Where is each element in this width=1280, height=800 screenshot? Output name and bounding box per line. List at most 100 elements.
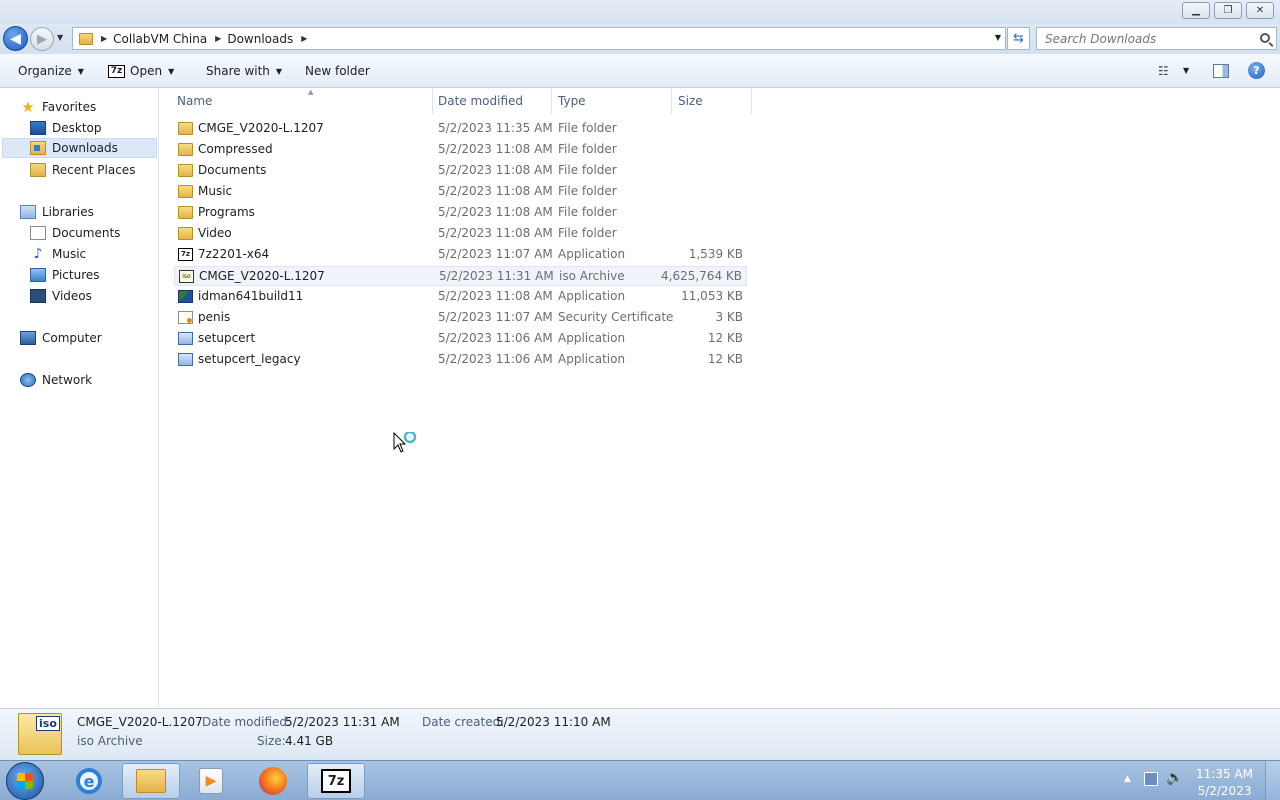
libraries-icon [20, 205, 36, 219]
maximize-button[interactable]: ❐ [1214, 2, 1242, 19]
address-bar[interactable]: ▶ CollabVM China ▶ Downloads ▶ ▼ [72, 27, 1006, 50]
file-row[interactable]: setupcert_legacy 5/2/2023 11:06 AM Appli… [174, 350, 747, 370]
chevron-right-icon[interactable]: ▶ [301, 34, 307, 43]
address-dropdown[interactable]: ▼ [995, 33, 1001, 42]
forward-button[interactable]: ▶ [30, 27, 54, 51]
details-pane: iso CMGE_V2020-L.1207 iso Archive Date m… [0, 708, 1280, 760]
back-button[interactable]: ◀ [3, 26, 28, 51]
column-header-type[interactable]: Type [552, 88, 672, 114]
nav-item-videos[interactable]: Videos [30, 286, 92, 306]
taskbar-7zip[interactable]: 7z [307, 763, 365, 799]
column-header-size-label: Size [678, 94, 703, 108]
file-type: File folder [558, 121, 617, 135]
system-tray: ▲ 🔈 11:35 AM 5/2/2023 [1110, 761, 1280, 800]
refresh-button[interactable]: ⇆ [1007, 27, 1030, 50]
nav-libraries[interactable]: Libraries [20, 202, 94, 222]
chevron-right-icon[interactable]: ▶ [101, 34, 107, 43]
internet-explorer-icon: e [76, 768, 102, 794]
show-hidden-icons-icon[interactable]: ▲ [1124, 774, 1131, 784]
share-with-button[interactable]: Share with ▼ [206, 64, 282, 78]
file-row-selected[interactable]: iso CMGE_V2020-L.1207 5/2/2023 11:31 AM … [174, 266, 747, 286]
taskbar: e ▶ 7z ▲ 🔈 11:35 AM 5/2/2023 [0, 760, 1280, 800]
file-row[interactable]: Compressed 5/2/2023 11:08 AM File folder [174, 140, 747, 160]
close-button[interactable]: ✕ [1246, 2, 1274, 19]
breadcrumb-downloads[interactable]: Downloads [227, 32, 293, 46]
nav-item-documents[interactable]: Documents [30, 223, 120, 243]
start-button[interactable] [6, 762, 44, 800]
new-folder-button[interactable]: New folder [305, 64, 370, 78]
file-date: 5/2/2023 11:07 AM [438, 310, 553, 324]
action-center-icon[interactable] [1144, 772, 1158, 786]
firefox-icon [259, 767, 287, 795]
nav-item-recent-places[interactable]: Recent Places [30, 160, 135, 180]
taskbar-media-player[interactable]: ▶ [182, 763, 240, 799]
taskbar-firefox[interactable] [244, 763, 302, 799]
organize-label: Organize [18, 64, 72, 78]
preview-pane-icon[interactable] [1213, 64, 1229, 78]
iso-icon: iso [179, 270, 194, 283]
file-row[interactable]: idman641build11 5/2/2023 11:08 AM Applic… [174, 287, 747, 307]
column-header-name[interactable]: Name ▲ [171, 88, 433, 114]
nav-item-downloads[interactable]: Downloads [2, 138, 157, 158]
file-date: 5/2/2023 11:06 AM [438, 352, 553, 366]
help-icon[interactable]: ? [1248, 62, 1265, 79]
details-date-modified[interactable]: 5/2/2023 11:31 AM [285, 715, 400, 729]
file-name: CMGE_V2020-L.1207 [198, 121, 324, 135]
nav-item-label: Documents [52, 226, 121, 240]
7zip-icon: 7z [321, 769, 351, 793]
chevron-down-icon: ▼ [77, 66, 84, 76]
chevron-down-icon[interactable]: ▼ [1183, 66, 1189, 75]
nav-favorites-label: Favorites [42, 100, 97, 114]
folder-icon [79, 32, 93, 45]
details-file-type: iso Archive [77, 734, 143, 748]
file-date: 5/2/2023 11:35 AM [438, 121, 553, 135]
recent-pages-dropdown[interactable]: ▼ [57, 33, 63, 42]
column-header-size[interactable]: Size [672, 88, 752, 114]
details-date-created[interactable]: 5/2/2023 11:10 AM [496, 715, 611, 729]
file-name: setupcert_legacy [198, 352, 301, 366]
taskbar-internet-explorer[interactable]: e [60, 763, 118, 799]
file-row[interactable]: Video 5/2/2023 11:08 AM File folder [174, 224, 747, 244]
nav-item-label: Music [52, 247, 87, 261]
refresh-icon: ⇆ [1013, 31, 1024, 46]
file-name: idman641build11 [198, 289, 304, 303]
nav-network[interactable]: Network [20, 370, 92, 390]
nav-computer[interactable]: Computer [20, 328, 102, 348]
view-options-icon[interactable]: ☷ [1158, 64, 1169, 78]
breadcrumb-collabvm-china[interactable]: CollabVM China [113, 32, 207, 46]
open-button[interactable]: 7z Open ▼ [108, 64, 174, 78]
search-input[interactable] [1037, 28, 1237, 49]
nav-item-music[interactable]: ♪ Music [30, 244, 87, 264]
idm-icon [178, 290, 193, 303]
file-row[interactable]: Programs 5/2/2023 11:08 AM File folder [174, 203, 747, 223]
file-type: Application [558, 247, 626, 261]
videos-icon [30, 289, 46, 303]
file-type: Security Certificate [558, 310, 674, 324]
column-header-date-modified[interactable]: Date modified [432, 88, 552, 114]
chevron-right-icon[interactable]: ▶ [215, 34, 221, 43]
file-name: 7z2201-x64 [198, 247, 270, 261]
file-row[interactable]: setupcert 5/2/2023 11:06 AM Application … [174, 329, 747, 349]
show-desktop-button[interactable] [1265, 761, 1280, 800]
nav-item-desktop[interactable]: Desktop [30, 118, 102, 138]
file-name: setupcert [198, 331, 256, 345]
file-row[interactable]: CMGE_V2020-L.1207 5/2/2023 11:35 AM File… [174, 119, 747, 139]
nav-favorites[interactable]: ★ Favorites [20, 97, 96, 117]
file-row[interactable]: Music 5/2/2023 11:08 AM File folder [174, 182, 747, 202]
chevron-down-icon: ▼ [275, 66, 283, 76]
organize-button[interactable]: Organize ▼ [18, 64, 84, 78]
file-row[interactable]: 7z 7z2201-x64 5/2/2023 11:07 AM Applicat… [174, 245, 747, 265]
file-row[interactable]: Documents 5/2/2023 11:08 AM File folder [174, 161, 747, 181]
taskbar-windows-explorer[interactable] [122, 763, 180, 799]
search-icon[interactable] [1260, 33, 1270, 43]
clock[interactable]: 11:35 AM 5/2/2023 [1196, 766, 1253, 800]
network-icon [20, 373, 36, 387]
file-type: File folder [558, 226, 617, 240]
file-size: 4,625,764 KB [661, 269, 742, 283]
file-row[interactable]: penis 5/2/2023 11:07 AM Security Certifi… [174, 308, 747, 328]
column-header-name-label: Name [177, 94, 213, 108]
search-box[interactable] [1036, 27, 1277, 50]
minimize-button[interactable]: ▁ [1182, 2, 1210, 19]
nav-item-pictures[interactable]: Pictures [30, 265, 100, 285]
volume-muted-icon[interactable]: 🔈 [1166, 770, 1183, 786]
